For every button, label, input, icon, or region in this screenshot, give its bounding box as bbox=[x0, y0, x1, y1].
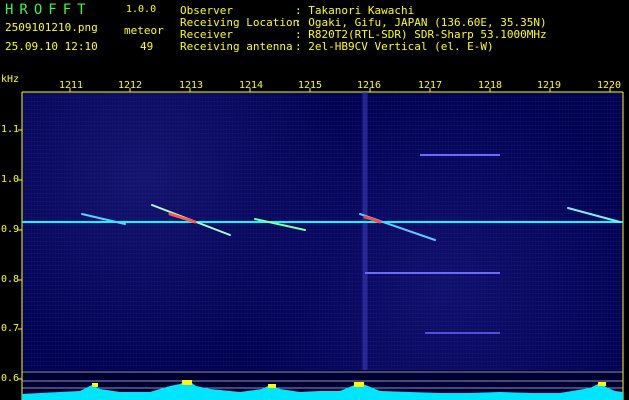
signal-level-bars bbox=[22, 380, 623, 400]
spectrogram-overlay bbox=[18, 88, 624, 400]
meteor-trail bbox=[567, 207, 621, 223]
level-peak bbox=[182, 380, 192, 385]
level-peak bbox=[92, 383, 98, 387]
level-peak bbox=[354, 382, 364, 387]
meteor-head bbox=[168, 212, 197, 224]
meteor-trail bbox=[254, 218, 306, 231]
level-peak bbox=[598, 382, 606, 386]
level-peak bbox=[268, 384, 276, 388]
